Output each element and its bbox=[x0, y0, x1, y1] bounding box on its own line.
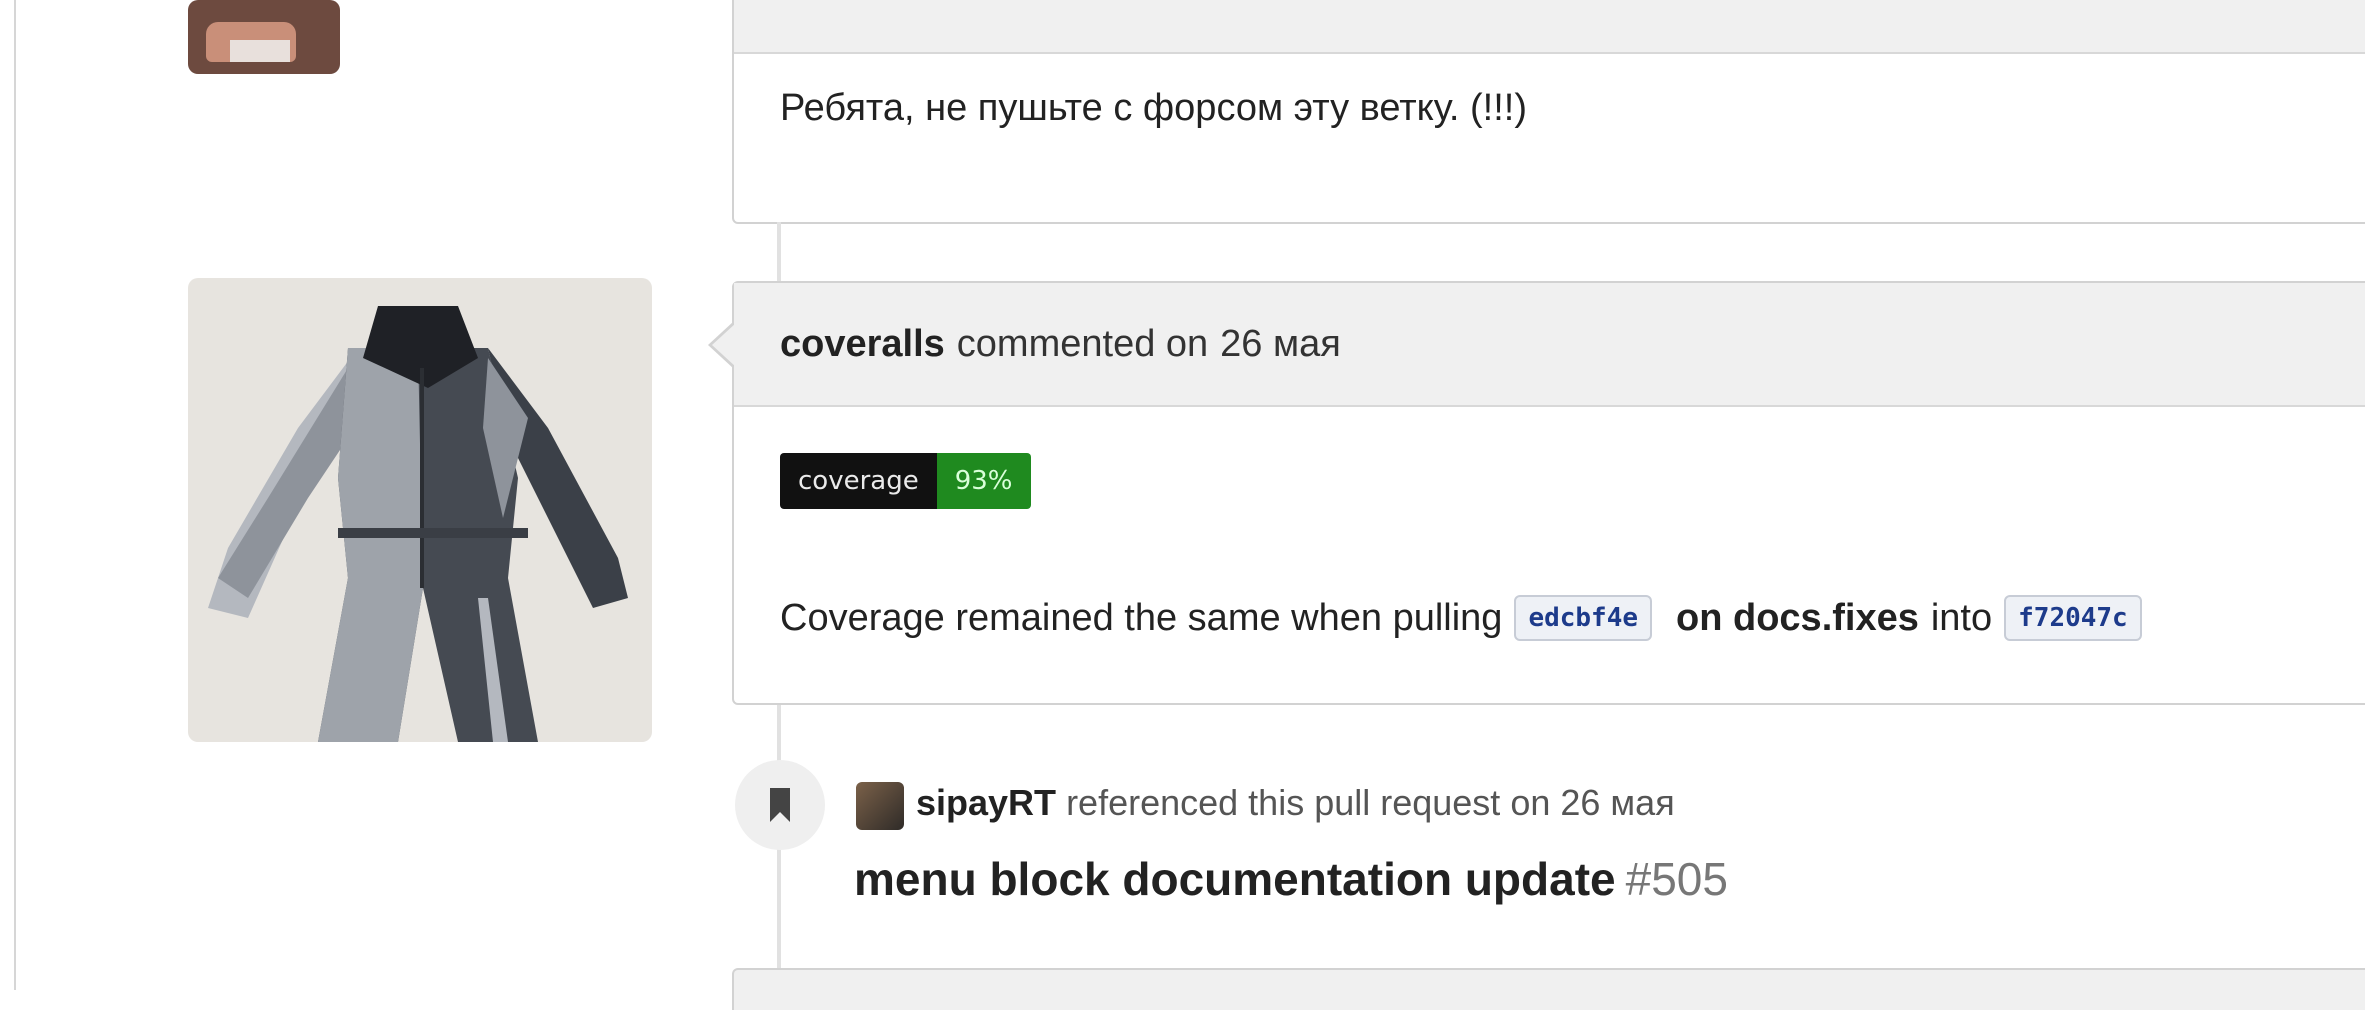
into-word: into bbox=[1930, 596, 1993, 639]
avatar-previous-commenter[interactable] bbox=[188, 0, 340, 74]
previous-comment-header bbox=[734, 0, 2365, 54]
coveralls-comment-header: coveralls commented on 26 мая bbox=[734, 283, 2365, 407]
reference-event-line: sipayRT referenced this pull request on … bbox=[916, 782, 1675, 824]
commit-sha-from[interactable]: edcbf4e bbox=[1514, 595, 1653, 641]
reference-user-link[interactable]: sipayRT bbox=[916, 782, 1056, 823]
coverage-badge[interactable]: coverage 93% bbox=[780, 453, 1031, 509]
comment-pointer-inner bbox=[712, 323, 736, 367]
page-left-border bbox=[0, 0, 16, 990]
source-branch: on docs.fixes bbox=[1676, 596, 1919, 639]
referenced-pr-number[interactable]: #505 bbox=[1626, 853, 1728, 905]
coverage-summary: Coverage remained the same when pulling … bbox=[780, 595, 2154, 641]
previous-comment: Ребята, не пушьте с форсом эту ветку. (!… bbox=[732, 0, 2365, 224]
referenced-pr-title-text[interactable]: menu block documentation update bbox=[854, 853, 1616, 905]
avatar-sipayrt[interactable] bbox=[856, 782, 904, 830]
referenced-pr-title[interactable]: menu block documentation update #505 bbox=[854, 852, 1728, 906]
comment-author-link[interactable]: coveralls bbox=[780, 323, 945, 366]
comment-date[interactable]: 26 мая bbox=[1220, 323, 1341, 366]
avatar-coveralls[interactable] bbox=[188, 278, 652, 742]
coverage-summary-text: Coverage remained the same when pulling bbox=[780, 596, 1503, 639]
reference-action-text: referenced this pull request on bbox=[1066, 782, 1551, 823]
previous-comment-body: Ребята, не пушьте с форсом эту ветку. (!… bbox=[780, 87, 1528, 129]
comment-action-text: commented on bbox=[956, 322, 1209, 365]
coveralls-comment: coveralls commented on 26 мая coverage 9… bbox=[708, 281, 2365, 705]
avatar-shirt-detail bbox=[230, 40, 290, 62]
coverage-badge-value: 93% bbox=[936, 453, 1031, 509]
reference-date[interactable]: 26 мая bbox=[1560, 782, 1674, 823]
avatar-next-commenter[interactable] bbox=[188, 968, 340, 1008]
reference-event-icon bbox=[735, 760, 825, 850]
next-comment-header bbox=[732, 968, 2365, 1010]
bookmark-icon bbox=[770, 788, 790, 822]
coveralls-suit-icon bbox=[208, 306, 628, 742]
commit-sha-to[interactable]: f72047c bbox=[2004, 595, 2142, 641]
coverage-badge-label: coverage bbox=[780, 453, 937, 509]
